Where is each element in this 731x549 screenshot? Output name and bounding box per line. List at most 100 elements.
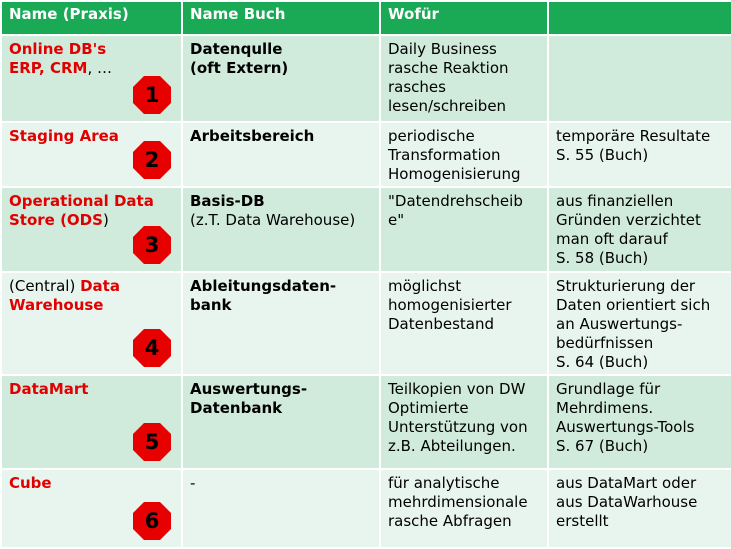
- book-name-line: (z.T. Data Warehouse): [190, 211, 356, 229]
- purpose-line: lesen/schreiben: [388, 97, 507, 115]
- purpose-line: homogenisierter: [388, 296, 512, 314]
- step-number-badge: 6: [132, 501, 172, 541]
- book-name-line: Datenbank: [190, 399, 283, 417]
- purpose-line: z.B. Abteilungen.: [388, 437, 516, 455]
- praxis-name-text: ERP, CRM: [9, 59, 88, 77]
- cell-praxis-name: DataMart 5: [0, 374, 183, 470]
- purpose-line: e": [388, 211, 405, 229]
- praxis-name-line: Cube: [9, 474, 174, 493]
- purpose-line: mehrdimensionale: [388, 493, 528, 511]
- purpose-line: rasche Abfragen: [388, 512, 512, 530]
- cell-praxis-name: (Central) Data Warehouse 4: [0, 271, 183, 376]
- step-number: 5: [144, 429, 160, 454]
- step-number: 4: [144, 335, 160, 360]
- step-number-badge: 4: [132, 328, 172, 368]
- praxis-name-text: Staging Area: [9, 127, 119, 145]
- notes-line: aus DataWarhouse: [556, 493, 698, 511]
- praxis-name-text: Data: [80, 277, 120, 295]
- cell-book-name: Ableitungsdaten-bank: [181, 271, 381, 376]
- cell-notes: Strukturierung der Daten orientiert sich a…: [547, 271, 731, 376]
- book-name-line: Ableitungsdaten-: [190, 277, 337, 295]
- step-number: 3: [144, 232, 160, 257]
- notes-line: erstellt: [556, 512, 609, 530]
- praxis-name-text: Warehouse: [9, 296, 104, 314]
- purpose-line: Teilkopien von DW: [388, 380, 526, 398]
- cell-purpose: Daily Business rasche Reaktion rasches lese…: [379, 34, 549, 123]
- table-row: Cube 6 - für analytische mehrdimensionale ras…: [0, 468, 731, 549]
- header-notes: [547, 0, 731, 36]
- praxis-name-line: DataMart: [9, 380, 174, 399]
- header-row: Name (Praxis) Name Buch Wofür: [0, 0, 731, 36]
- cell-purpose: für analytische mehrdimensionale rasche Ab…: [379, 468, 549, 549]
- purpose-line: für analytische: [388, 474, 500, 492]
- cell-book-name: Basis-DB (z.T. Data Warehouse): [181, 186, 381, 273]
- cell-notes: [547, 34, 731, 123]
- cell-purpose: "Datendrehscheib e": [379, 186, 549, 273]
- notes-line: S. 64 (Buch): [556, 353, 649, 371]
- praxis-name-text: ): [102, 211, 109, 229]
- cell-notes: Grundlage für Mehrdimens. Auswertungs-Tool…: [547, 374, 731, 470]
- praxis-name-text: Cube: [9, 474, 52, 492]
- cell-notes: temporäre Resultate S. 55 (Buch): [547, 121, 731, 188]
- notes-line: man oft darauf: [556, 230, 668, 248]
- praxis-name-text: Store (ODS: [9, 211, 103, 229]
- data-architecture-table: Name (Praxis) Name Buch Wofür Online DB'…: [0, 0, 731, 549]
- praxis-name-text: Online DB's: [9, 40, 107, 58]
- purpose-line: Datenbestand: [388, 315, 495, 333]
- table-row: DataMart 5 Auswertungs- Datenbank Teilkopien…: [0, 374, 731, 470]
- notes-line: Strukturierung der: [556, 277, 696, 295]
- cell-purpose: periodische Transformation Homogenisierung: [379, 121, 549, 188]
- header-buch: Name Buch: [181, 0, 381, 36]
- notes-line: bedürfnissen: [556, 334, 654, 352]
- step-number-badge: 2: [132, 140, 172, 180]
- notes-line: Mehrdimens.: [556, 399, 654, 417]
- praxis-name-line: (Central) Data: [9, 277, 174, 296]
- cell-book-name: -: [181, 468, 381, 549]
- praxis-name-line: Warehouse: [9, 296, 174, 315]
- notes-line: S. 58 (Buch): [556, 249, 649, 267]
- cell-praxis-name: Staging Area 2: [0, 121, 183, 188]
- step-number-badge: 1: [132, 75, 172, 115]
- table-row: (Central) Data Warehouse 4 Ableitungsdaten-…: [0, 271, 731, 376]
- book-name-line: bank: [190, 296, 232, 314]
- purpose-line: möglichst: [388, 277, 462, 295]
- notes-line: Gründen verzichtet: [556, 211, 701, 229]
- praxis-name-text: (Central): [9, 277, 81, 295]
- praxis-name-text: Operational Data: [9, 192, 154, 210]
- purpose-line: rasche Reaktion: [388, 59, 509, 77]
- step-number: 1: [144, 82, 160, 107]
- header-wofuer: Wofür: [379, 0, 549, 36]
- notes-line: Daten orientiert sich: [556, 296, 711, 314]
- book-name-line: -: [190, 474, 196, 492]
- cell-book-name: Arbeitsbereich: [181, 121, 381, 188]
- step-number: 2: [144, 147, 160, 172]
- praxis-name-text: DataMart: [9, 380, 89, 398]
- cell-purpose: möglichst homogenisierter Datenbestand: [379, 271, 549, 376]
- cell-praxis-name: Cube 6: [0, 468, 183, 549]
- purpose-line: Transformation: [388, 146, 501, 164]
- notes-line: aus DataMart oder: [556, 474, 697, 492]
- book-name-line: Datenqulle: [190, 40, 283, 58]
- praxis-name-line: Online DB's: [9, 40, 174, 59]
- cell-praxis-name: Online DB's ERP, CRM, … 1: [0, 34, 183, 123]
- book-name-line: Auswertungs-: [190, 380, 308, 398]
- cell-book-name: Auswertungs- Datenbank: [181, 374, 381, 470]
- cell-purpose: Teilkopien von DW Optimierte Unterstützung…: [379, 374, 549, 470]
- purpose-line: Daily Business: [388, 40, 497, 58]
- purpose-line: periodische: [388, 127, 475, 145]
- praxis-name-line: Operational Data: [9, 192, 174, 211]
- notes-line: temporäre Resultate: [556, 127, 711, 145]
- notes-line: S. 67 (Buch): [556, 437, 649, 455]
- purpose-line: rasches: [388, 78, 446, 96]
- table-row: Operational Data Store (ODS) 3 Basis-DB (z.T…: [0, 186, 731, 273]
- purpose-line: "Datendrehscheib: [388, 192, 523, 210]
- cell-notes: aus DataMart oder aus DataWarhouse erstell…: [547, 468, 731, 549]
- book-name-line: Arbeitsbereich: [190, 127, 315, 145]
- table-row: Online DB's ERP, CRM, … 1 Datenqulle (oft Ex…: [0, 34, 731, 123]
- cell-book-name: Datenqulle (oft Extern): [181, 34, 381, 123]
- header-praxis: Name (Praxis): [0, 0, 183, 36]
- purpose-line: Homogenisierung: [388, 165, 521, 183]
- notes-line: an Auswertungs-: [556, 315, 683, 333]
- notes-line: S. 55 (Buch): [556, 146, 649, 164]
- step-number-badge: 5: [132, 422, 172, 462]
